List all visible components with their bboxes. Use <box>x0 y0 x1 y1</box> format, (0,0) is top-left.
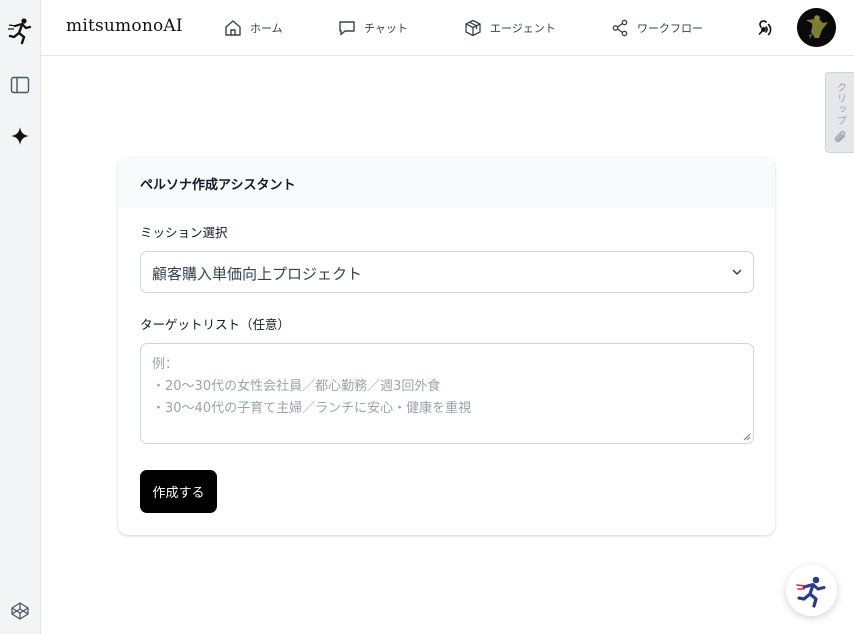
top-header: mitsumonoAI ホーム チャット エージェント ワークフロー <box>41 0 854 56</box>
brand-name[interactable]: mitsumonoAI <box>66 16 183 36</box>
nav-label-home: ホーム <box>250 22 283 35</box>
mission-label: ミッション選択 <box>140 225 228 240</box>
clip-tab[interactable]: クリップ <box>825 72 854 153</box>
mission-select[interactable]: 顧客購入単価向上プロジェクト <box>140 251 754 293</box>
cube-icon <box>465 19 481 37</box>
app-root: mitsumonoAI ホーム チャット エージェント ワークフロー クリップ … <box>0 0 854 634</box>
runner-logo-icon[interactable] <box>5 16 35 46</box>
target-list-label: ターゲットリスト（任意） <box>140 317 291 332</box>
clip-label: クリップ <box>834 82 846 126</box>
user-avatar[interactable] <box>797 8 836 47</box>
paperclip-icon <box>834 130 846 143</box>
mission-select-value: 顧客購入単価向上プロジェクト <box>152 265 363 283</box>
create-button[interactable]: 作成する <box>140 470 217 513</box>
placeholder-line: ・20〜30代の女性会社員／都心勤務／週3回外食 <box>152 379 441 394</box>
nav-item-chat[interactable]: チャット <box>338 17 408 39</box>
nav-item-workflow[interactable]: ワークフロー <box>611 17 703 39</box>
target-list-textarea[interactable]: 例： ・20〜30代の女性会社員／都心勤務／週3回外食 ・30〜40代の子育て主… <box>140 343 754 444</box>
nav-item-home[interactable]: ホーム <box>224 17 283 39</box>
runner-mascot-icon <box>795 576 825 608</box>
nav-label-workflow: ワークフロー <box>637 22 703 35</box>
persona-assistant-card: ペルソナ作成アシスタント ミッション選択 顧客購入単価向上プロジェクト ターゲッ… <box>118 157 775 535</box>
broadcast-icon[interactable] <box>753 16 777 40</box>
resize-grip-icon[interactable] <box>743 433 751 441</box>
left-rail <box>0 0 41 634</box>
nav-label-chat: チャット <box>364 22 408 35</box>
card-header: ペルソナ作成アシスタント <box>118 157 775 208</box>
codepen-icon[interactable] <box>5 596 35 626</box>
sidebar-toggle-icon[interactable] <box>5 70 35 100</box>
sparkle-icon[interactable] <box>5 121 35 151</box>
chat-icon <box>339 21 355 36</box>
card-title: ペルソナ作成アシスタント <box>140 178 296 193</box>
avatar-figure-icon <box>797 8 836 47</box>
placeholder-line: 例： <box>152 357 179 372</box>
nav-label-agent: エージェント <box>490 22 556 35</box>
chevron-down-icon <box>732 269 742 275</box>
share-icon <box>612 19 628 37</box>
placeholder-line: ・30〜40代の子育て主婦／ランチに安心・健康を重視 <box>152 401 472 416</box>
nav-item-agent[interactable]: エージェント <box>464 17 556 39</box>
home-icon <box>225 20 241 36</box>
assistant-fab[interactable] <box>786 565 837 616</box>
